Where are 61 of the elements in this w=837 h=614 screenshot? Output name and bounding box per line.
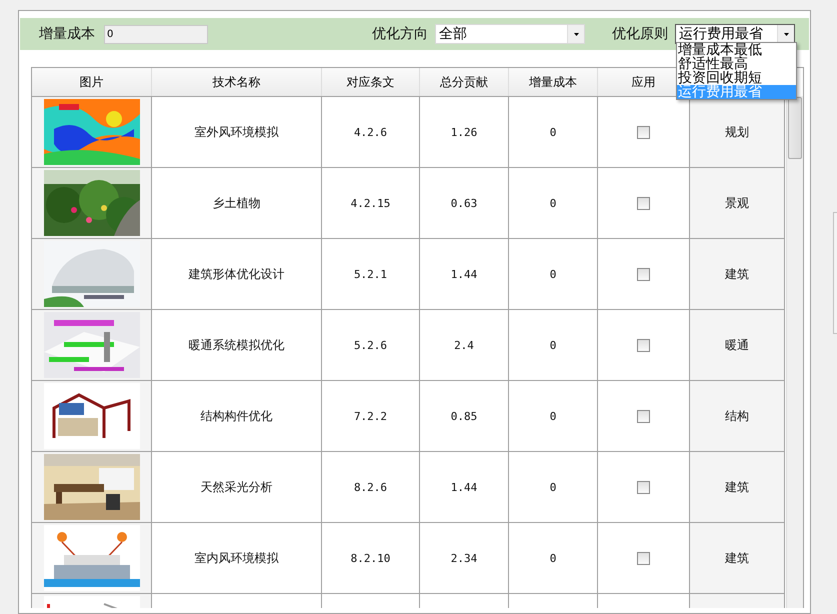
table-cell: 建筑 [690,239,785,309]
column-header[interactable]: 技术名称 [212,74,260,90]
table-cell: 室内风环境模拟 [152,523,322,593]
table-cell: 室外风环境模拟 [152,97,322,167]
table-cell: 8.2.10 [322,523,420,593]
column-header[interactable]: 增量成本 [529,74,577,90]
checkbox[interactable] [637,480,650,494]
dropdown-option[interactable]: 增量成本最低 [677,43,796,57]
checkbox[interactable] [637,126,650,138]
direction-dropdown[interactable]: 全部 [435,24,585,44]
table-cell: 1.44 [420,452,509,522]
table-cell: 5.2.1 [322,239,420,309]
table-cell: 0 [509,381,598,451]
column-header[interactable]: 总分贡献 [440,74,488,90]
caret-icon [574,32,578,36]
table-cell: 4.2.15 [322,168,420,238]
table-cell: 结构构件优化 [152,381,322,451]
table-cell: 1.26 [420,97,509,167]
table-cell: 暖通 [690,310,785,380]
table-cell: 建筑形体优化设计 [152,239,322,309]
cost-label: 增量成本 [39,25,95,43]
principle-label: 优化原则 [612,25,668,43]
dropdown-option[interactable]: 舒适性最高 [677,57,796,71]
table-cell: 8.2.6 [322,452,420,522]
column-header[interactable]: 应用 [632,74,656,90]
checkbox[interactable] [637,410,650,422]
table-cell: 天然采光分析 [152,452,322,522]
column-header[interactable]: 图片 [80,74,104,90]
table-cell: 0 [509,239,598,309]
scrollbar[interactable] [786,96,803,608]
checkbox[interactable] [637,196,650,210]
table-cell: 0 [509,523,598,593]
table-cell: 1.44 [420,239,509,309]
column-header[interactable]: 对应条文 [346,74,394,90]
table-cell: 0 [509,97,598,167]
table-cell: 0 [509,168,598,238]
principle-dropdown[interactable]: 运行费用最省 [675,24,795,44]
table-cell: 0.85 [420,381,509,451]
table-cell: 乡土植物 [152,168,322,238]
dropdown-option[interactable]: 投资回收期短 [677,71,796,85]
table-cell: 4.2.6 [322,97,420,167]
table-cell: 2.34 [420,523,509,593]
table-cell: 5.2.6 [322,310,420,380]
direction-label: 优化方向 [372,25,428,43]
table-cell: 2.4 [420,310,509,380]
table-cell: 暖通系统模拟优化 [152,310,322,380]
checkbox[interactable] [637,338,650,352]
checkbox[interactable] [637,268,650,280]
table-cell: 规划 [690,97,785,167]
table-cell: 结构 [690,381,785,451]
table-cell: 0 [509,452,598,522]
cost-field[interactable]: 0 [104,24,208,44]
table-cell: 0 [509,310,598,380]
caret-icon [784,32,788,36]
checkbox[interactable] [637,552,650,564]
table-cell: 景观 [690,168,785,238]
table-cell: 0.63 [420,168,509,238]
table-cell: 建筑 [690,523,785,593]
scrollbar-thumb[interactable] [788,97,802,159]
table-cell: 建筑 [690,452,785,522]
table-cell: 7.2.2 [322,381,420,451]
